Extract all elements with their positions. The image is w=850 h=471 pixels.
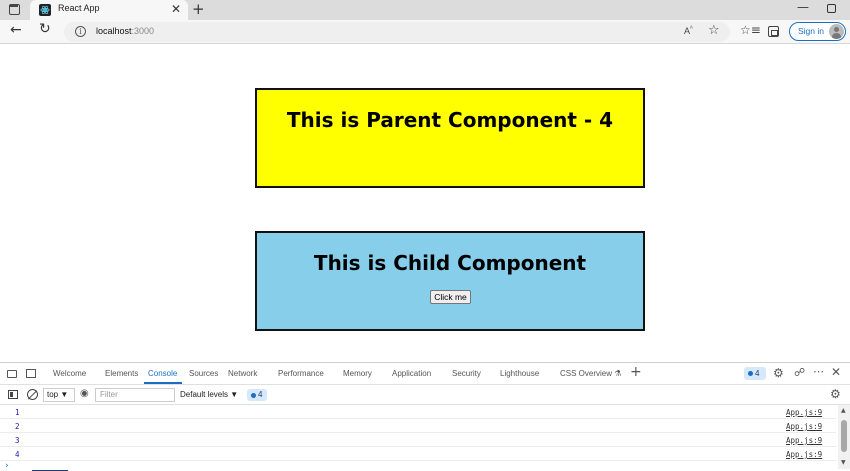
tab-network[interactable]: Network — [228, 369, 257, 378]
minimize-button[interactable]: — — [797, 0, 809, 14]
settings-gear-icon[interactable]: ⚙ — [773, 366, 784, 380]
url-text[interactable]: localhost:3000 — [96, 26, 154, 36]
log-row: 1 App.js:9 — [0, 406, 836, 419]
context-selector[interactable]: top ▼ — [43, 388, 75, 402]
favorites-icon[interactable]: ☆≡ — [740, 23, 761, 37]
device-toolbar-icon[interactable] — [7, 370, 17, 378]
console-settings-icon[interactable]: ⚙ — [830, 387, 841, 401]
console-output: 1 App.js:9 2 App.js:9 3 App.js:9 4 App.j… — [0, 405, 850, 471]
log-source-link[interactable]: App.js:9 — [786, 422, 822, 431]
tab-console[interactable]: Console — [148, 369, 177, 378]
live-expression-eye-icon[interactable]: ◉ — [80, 388, 89, 399]
tab-title: React App — [58, 3, 100, 13]
log-value: 1 — [15, 408, 20, 417]
log-row: 2 App.js:9 — [0, 420, 836, 433]
tab-welcome[interactable]: Welcome — [53, 369, 86, 378]
address-bar[interactable]: i localhost:3000 Aᴬ ☆ — [64, 22, 730, 42]
devtools-panel: Welcome Elements Console Sources Network… — [0, 362, 850, 471]
tab-security[interactable]: Security — [452, 369, 481, 378]
url-port: :3000 — [131, 26, 155, 36]
message-count-badge[interactable]: 4 — [247, 389, 267, 401]
console-filter-bar: top ▼ ◉ Filter Default levels ▼ 4 ⚙ — [0, 385, 850, 405]
url-host: localhost — [96, 26, 132, 36]
scroll-thumb[interactable] — [841, 420, 847, 452]
parent-title: This is Parent Component - 4 — [286, 108, 614, 132]
browser-tab[interactable]: React App ✕ — [30, 0, 188, 20]
console-sidebar-icon[interactable] — [8, 390, 18, 399]
read-aloud-icon[interactable]: Aᴬ — [684, 26, 693, 36]
tab-sources[interactable]: Sources — [189, 369, 218, 378]
child-component: This is Child Component Click me — [255, 231, 645, 331]
clear-console-icon[interactable] — [27, 389, 38, 400]
log-row: 3 App.js:9 — [0, 434, 836, 447]
scroll-down-arrow-icon[interactable]: ▼ — [841, 459, 846, 466]
log-value: 2 — [15, 422, 20, 431]
close-devtools-icon[interactable]: ✕ — [831, 365, 841, 379]
child-title: This is Child Component — [313, 251, 587, 275]
add-favorite-icon[interactable]: ☆ — [708, 23, 720, 38]
sign-in-label: Sign in — [798, 26, 824, 36]
more-tabs-plus-icon[interactable]: + — [630, 364, 642, 380]
tab-actions-icon[interactable] — [9, 4, 20, 15]
click-me-button[interactable]: Click me — [430, 290, 471, 304]
filter-input[interactable]: Filter — [95, 388, 175, 402]
parent-component: This is Parent Component - 4 — [255, 88, 645, 188]
browser-toolbar: ← ↻ i localhost:3000 Aᴬ ☆ ☆≡ Sign in — [0, 20, 850, 44]
dock-options-icon[interactable]: ☍ — [794, 366, 805, 379]
log-value: 3 — [15, 436, 20, 445]
log-source-link[interactable]: App.js:9 — [786, 408, 822, 417]
console-scrollbar[interactable]: ▲ ▼ — [838, 405, 850, 469]
collections-icon[interactable] — [768, 26, 779, 37]
scroll-up-arrow-icon[interactable]: ▲ — [841, 407, 846, 414]
tab-strip: React App ✕ + — — [0, 0, 850, 20]
back-button[interactable]: ← — [10, 22, 22, 38]
devtools-tab-bar: Welcome Elements Console Sources Network… — [0, 363, 850, 385]
tab-application[interactable]: Application — [392, 369, 431, 378]
react-favicon-icon — [39, 4, 51, 16]
tab-lighthouse[interactable]: Lighthouse — [500, 369, 539, 378]
tab-elements[interactable]: Elements — [105, 369, 138, 378]
reload-button[interactable]: ↻ — [39, 21, 51, 37]
tab-memory[interactable]: Memory — [343, 369, 372, 378]
active-tab-indicator — [144, 382, 182, 384]
restore-button[interactable] — [827, 4, 836, 13]
issues-badge[interactable]: 4 — [744, 367, 766, 380]
avatar — [829, 24, 844, 39]
tab-performance[interactable]: Performance — [278, 369, 324, 378]
log-source-link[interactable]: App.js:9 — [786, 450, 822, 459]
inspect-element-icon[interactable] — [26, 369, 36, 378]
tab-close-icon[interactable]: ✕ — [171, 2, 181, 16]
log-levels-dropdown[interactable]: Default levels ▼ — [180, 390, 238, 399]
site-info-icon[interactable]: i — [75, 26, 86, 37]
tab-css-overview[interactable]: CSS Overview ⚗ — [560, 369, 621, 378]
log-source-link[interactable]: App.js:9 — [786, 436, 822, 445]
sign-in-button[interactable]: Sign in — [789, 22, 846, 41]
more-options-icon[interactable]: ⋯ — [813, 365, 824, 378]
log-value: 4 — [15, 450, 20, 459]
log-row: 4 App.js:9 — [0, 448, 836, 461]
new-tab-button[interactable]: + — [192, 0, 205, 18]
